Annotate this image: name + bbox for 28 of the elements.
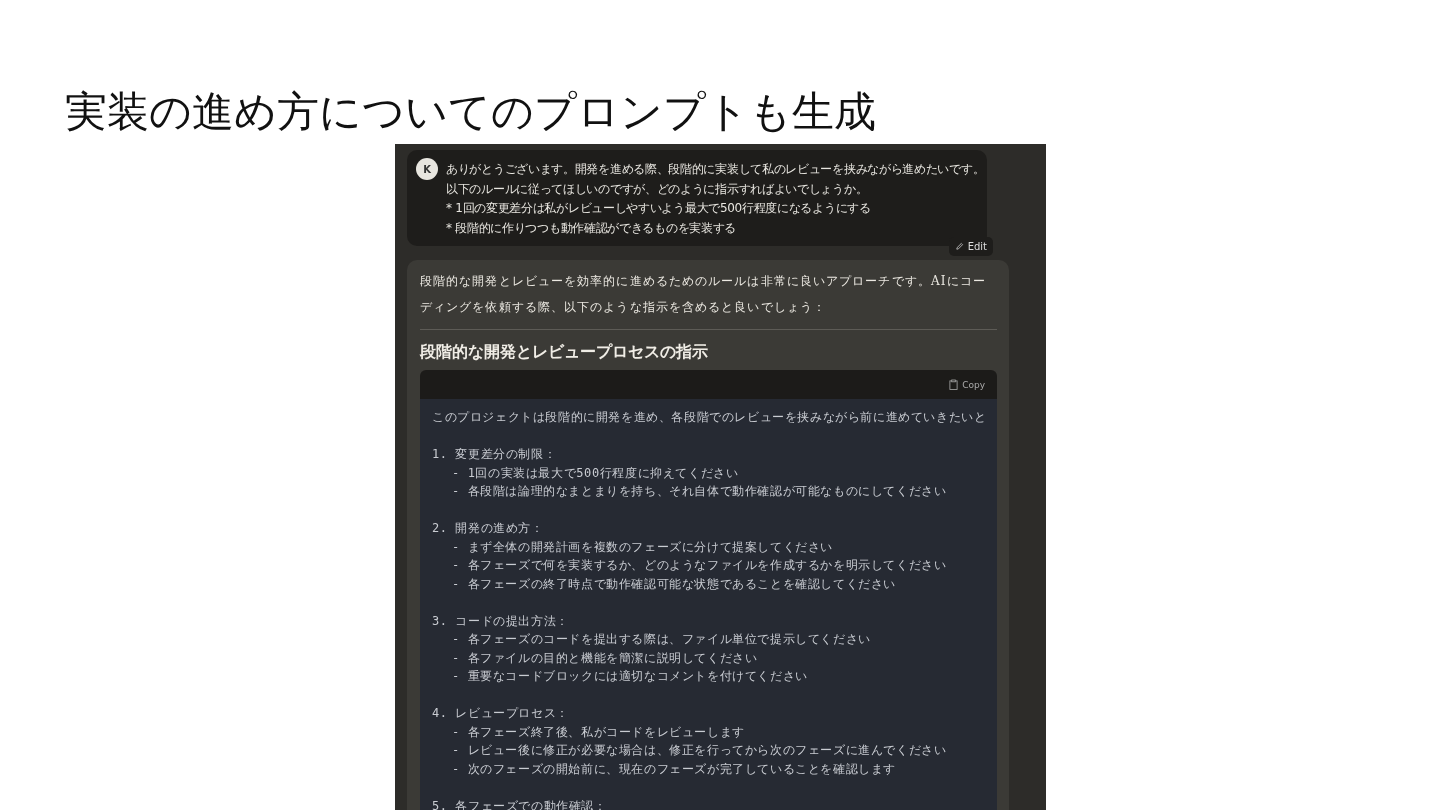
edit-button[interactable]: Edit [948, 237, 993, 256]
pencil-icon [954, 242, 964, 251]
message-line: 以下のルールに従ってほしいのですが、どのように指示すればよいでしょうか。 [446, 180, 869, 198]
code-line: - 各段階は論理的なまとまりを持ち、それ自体で動作確認が可能なものにしてください [451, 483, 948, 500]
response-heading: 段階的な開発とレビュープロセスの指示 [420, 341, 709, 363]
code-line: - 1回の実装は最大で500行程度に抑えてください [451, 464, 740, 482]
code-line: - 次のフェーズの開始前に、現在のフェーズが完了していることを確認します [451, 760, 898, 778]
slide-title: 実装の進め方についてのプロンプトも生成 [65, 86, 876, 138]
user-avatar: K [416, 158, 438, 180]
code-line: - 各フェーズのコードを提出する際は、ファイル単位で提示してください [451, 631, 872, 648]
message-line: * 1回の変更差分は私がレビューしやすいよう最大で500行程度になるようにする [446, 200, 872, 217]
message-line: * 段階的に作りつつも動作確認ができるものを実装する [446, 219, 737, 237]
code-line: - 重要なコードブロックには適切なコメントを付けてください [451, 668, 809, 685]
message-line: ありがとうございます。開発を進める際、段階的に実装して私のレビューを挟みながら進めたいです。 [446, 161, 985, 178]
code-line: 3. コードの提出方法： [432, 612, 570, 630]
clipboard-icon [949, 379, 959, 390]
response-text: 段階的な開発とレビューを効率的に進めるためのルールは非常に良いアプローチです。AIにコーディングを依頼する際、以下のような指示を含めると良いでしょう： [420, 273, 987, 316]
code-line: - まず全体の開発計画を複数のフェーズに分けて提案してください [451, 538, 835, 556]
code-line: 4. レビュープロセス： [432, 705, 570, 722]
code-line: - 各ファイルの目的と機能を簡潔に説明してください [451, 649, 759, 667]
code-line: - 各フェーズの終了時点で動作確認可能な状態であることを確認してください [451, 575, 898, 593]
code-line: - レビュー後に修正が必要な場合は、修正を行ってから次のフェーズに進んでください [451, 742, 948, 759]
code-line: 2. 開発の進め方： [432, 520, 545, 537]
code-line: 1. 変更差分の制限： [432, 446, 558, 463]
code-line: - 各フェーズ終了後、私がコードをレビューします [451, 723, 746, 741]
code-line: - 各フェーズで何を実装するか、どのようなファイルを作成するかを明示してください [451, 557, 948, 574]
code-line: このプロジェクトは段階的に開発を進め、各段階でのレビューを挟みながら前に進めていきたいと [432, 409, 988, 426]
copy-button[interactable]: Copy [947, 377, 987, 392]
